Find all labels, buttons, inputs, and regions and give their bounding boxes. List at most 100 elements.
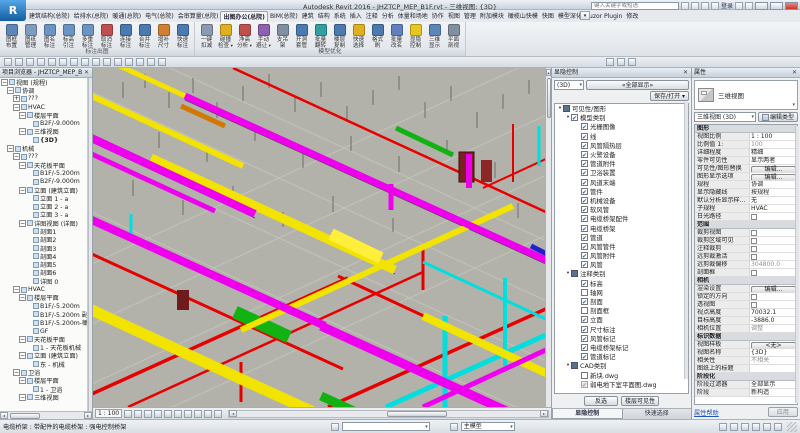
browser-vertical-scrollbar[interactable]: [88, 78, 92, 411]
design-options-icon[interactable]: [450, 423, 458, 431]
plan-section-button[interactable]: 平面 剖视: [444, 23, 463, 50]
category-row[interactable]: 卫浴装置: [555, 168, 688, 177]
property-row[interactable]: 默认分析显示样... 无: [695, 197, 797, 205]
ribbon-tab[interactable]: 注释: [364, 11, 380, 22]
switch-windows-icon[interactable]: [158, 58, 166, 66]
show-hide-control-button[interactable]: 显隐 控制: [406, 23, 425, 50]
category-checkbox[interactable]: [581, 344, 588, 351]
category-row[interactable]: 注释类别: [555, 269, 688, 278]
modify-options-dropdown[interactable]: ▾: [580, 11, 590, 20]
property-row[interactable]: 标识数据: [695, 333, 797, 341]
category-row[interactable]: 管道附件: [555, 159, 688, 168]
property-value[interactable]: 调整: [750, 325, 797, 332]
clash-check-button[interactable]: 碰撞 检查: [216, 23, 235, 50]
tree-toggle-icon[interactable]: [19, 336, 26, 343]
category-row[interactable]: 软风管: [555, 205, 688, 214]
minimize-button[interactable]: [755, 2, 768, 10]
batch-rename-button[interactable]: 批量 改名: [387, 23, 406, 50]
tree-toggle-icon[interactable]: [13, 95, 20, 102]
multi-tag-button[interactable]: 多重 标注: [78, 23, 97, 49]
section-icon[interactable]: [125, 58, 133, 66]
print-icon[interactable]: [37, 58, 45, 66]
category-row[interactable]: 电缆桥架: [555, 223, 688, 232]
open-icon[interactable]: [4, 58, 12, 66]
category-row[interactable]: 电缆桥架配件: [555, 214, 688, 223]
aligned-dimension-icon[interactable]: [81, 58, 89, 66]
category-row[interactable]: 风管: [555, 260, 688, 269]
category-row[interactable]: 风道末端: [555, 178, 688, 187]
property-value[interactable]: [750, 365, 797, 372]
close-icon[interactable]: ✕: [682, 68, 689, 77]
property-row[interactable]: 相机位置 调整: [695, 325, 797, 333]
property-value[interactable]: [750, 269, 797, 276]
category-checkbox[interactable]: [581, 326, 588, 333]
category-checkbox[interactable]: [581, 188, 588, 195]
category-row[interactable]: 电缆桥架标记: [555, 343, 688, 352]
browser-tree-item[interactable]: 楼层平面: [0, 111, 87, 119]
ribbon-tab[interactable]: 修改: [624, 11, 640, 22]
visual-style-icon[interactable]: [134, 410, 142, 418]
category-row[interactable]: CAD类别: [555, 361, 688, 370]
property-row[interactable]: 规程 协调: [695, 181, 797, 189]
property-checkbox[interactable]: [751, 238, 757, 244]
edit-type-button[interactable]: 编辑类型: [758, 112, 798, 122]
search-input[interactable]: [591, 2, 679, 10]
ribbon-tab[interactable]: 暖通(总院): [110, 11, 143, 22]
property-row[interactable]: 裁剪区域可见: [695, 237, 797, 245]
property-row[interactable]: 图纸上的标题: [695, 365, 797, 373]
cascade-views-icon[interactable]: [628, 58, 636, 66]
text-icon[interactable]: [103, 58, 111, 66]
close-icon[interactable]: ✕: [83, 68, 90, 77]
browser-tree-item[interactable]: 楼层平面: [0, 294, 87, 302]
category-row[interactable]: 弱电地下室平面图.dwg: [555, 380, 688, 389]
tree-toggle-icon[interactable]: [1, 79, 8, 86]
property-row[interactable]: 远剪裁激活: [695, 253, 797, 261]
property-row[interactable]: 范围: [695, 221, 797, 229]
browser-tree-item[interactable]: 天花板平面: [0, 161, 87, 169]
view-scale-button[interactable]: 1 : 100: [95, 409, 122, 418]
browser-tree-item[interactable]: 详图 0: [0, 277, 87, 285]
category-checkbox[interactable]: [581, 316, 588, 323]
browser-tree-item[interactable]: 视图 (规程): [0, 78, 87, 86]
search-icon[interactable]: [681, 2, 689, 10]
property-checkbox[interactable]: [751, 230, 757, 236]
close-icon[interactable]: ✕: [791, 68, 798, 77]
category-checkbox[interactable]: [581, 234, 588, 241]
browser-tree-item[interactable]: 三维视图: [0, 128, 87, 136]
property-row[interactable]: 子规程 HVAC: [695, 205, 797, 213]
element-select[interactable]: 三维视图 (3D): [694, 112, 756, 122]
reveal-hidden-icon[interactable]: [194, 410, 202, 418]
category-tree-scrollbar[interactable]: [684, 102, 688, 379]
undo-icon[interactable]: [48, 58, 56, 66]
category-row[interactable]: 可见性/图形: [555, 104, 688, 113]
category-checkbox[interactable]: [581, 123, 588, 130]
property-value[interactable]: [750, 253, 797, 260]
property-checkbox[interactable]: [751, 254, 757, 260]
category-row[interactable]: 管道标记: [555, 352, 688, 361]
workset-select[interactable]: [342, 422, 430, 431]
property-row[interactable]: 视图名称 {3D}: [695, 349, 797, 357]
property-row[interactable]: 远剪裁偏移 304800.0: [695, 261, 797, 269]
property-value[interactable]: 304800.0: [750, 261, 797, 268]
application-menu-button[interactable]: R: [0, 0, 26, 21]
shadows-icon[interactable]: [154, 410, 162, 418]
browser-tree-item[interactable]: ???: [0, 95, 87, 103]
property-row[interactable]: 可见性/图形替换 编辑...: [695, 165, 797, 173]
property-value[interactable]: [750, 245, 797, 252]
category-checkbox[interactable]: [563, 105, 570, 112]
ribbon-tab[interactable]: 附加模块: [478, 11, 506, 22]
tree-toggle-icon[interactable]: [7, 87, 14, 94]
category-checkbox[interactable]: [581, 197, 588, 204]
category-row[interactable]: 风管标记: [555, 334, 688, 343]
category-checkbox[interactable]: [581, 280, 588, 287]
property-row[interactable]: 目标高度 -3886.0: [695, 317, 797, 325]
property-row[interactable]: 视图样板 <无>: [695, 341, 797, 349]
category-row[interactable]: 风管隔热层: [555, 141, 688, 150]
detail-level-icon[interactable]: [124, 410, 132, 418]
property-checkbox[interactable]: [751, 294, 757, 300]
category-checkbox[interactable]: [581, 353, 588, 360]
frame-layout-button[interactable]: 图框 布置: [2, 23, 21, 49]
property-checkbox[interactable]: [751, 214, 757, 220]
tree-toggle-icon[interactable]: [19, 112, 26, 119]
maximize-button[interactable]: [770, 2, 783, 10]
